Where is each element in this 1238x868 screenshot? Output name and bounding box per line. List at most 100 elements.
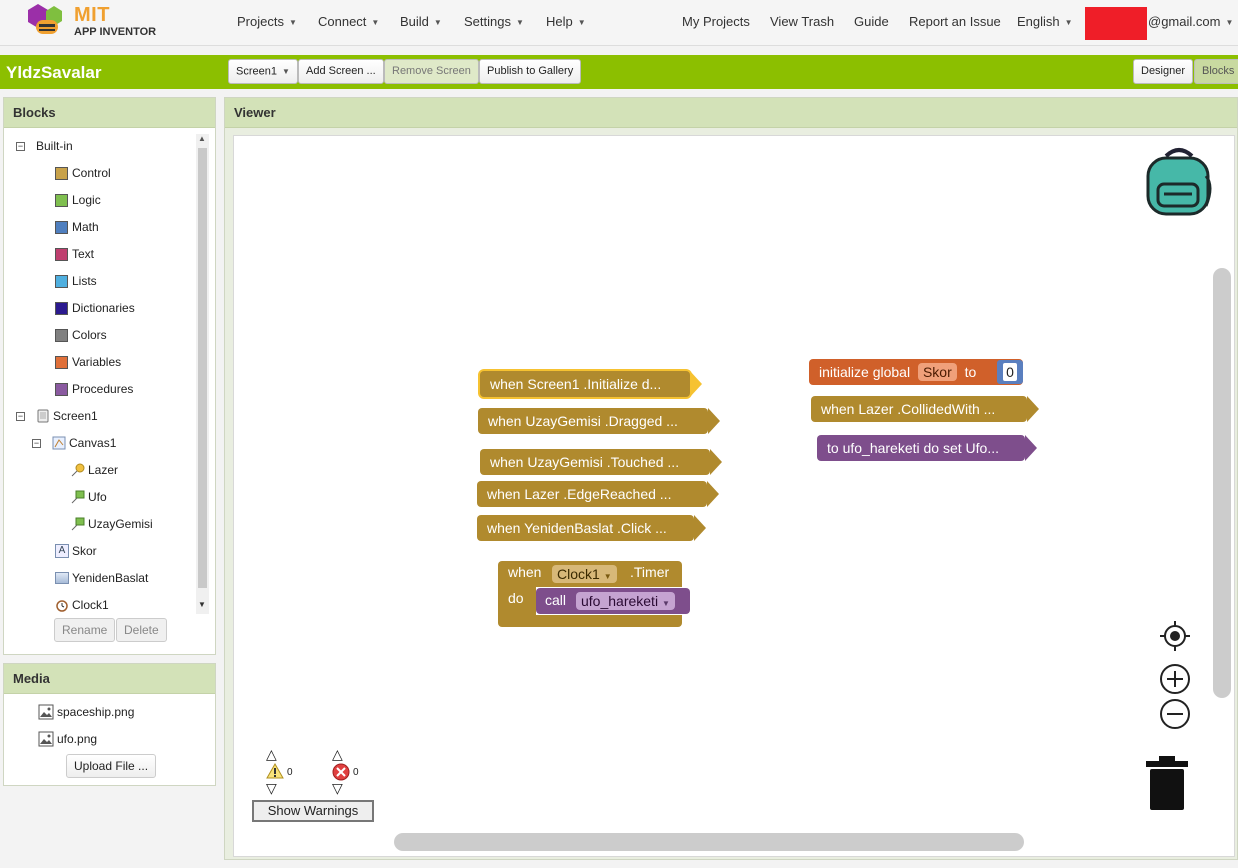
designer-button[interactable]: Designer [1133, 59, 1194, 84]
tree-builtin[interactable]: − Built-in [16, 139, 73, 153]
scroll-thumb[interactable] [198, 148, 207, 588]
drawer-label: Lists [72, 274, 97, 288]
drawer-color-swatch [55, 355, 68, 369]
builtin-drawer-math[interactable]: Math [55, 220, 99, 234]
recenter-icon[interactable] [1159, 620, 1191, 652]
workspace-vertical-scrollbar[interactable] [1213, 268, 1231, 698]
block-uzaygemisi-touched[interactable]: when UzayGemisi .Touched ... [480, 449, 722, 475]
tree-screen1[interactable]: − Screen1 [16, 409, 98, 423]
show-warnings-button[interactable]: Show Warnings [252, 800, 374, 822]
menu-settings[interactable]: Settings ▼ [464, 14, 524, 29]
error-next-icon[interactable]: ▽ [332, 781, 343, 795]
builtin-drawer-variables[interactable]: Variables [55, 355, 121, 369]
caret-down-icon: ▼ [288, 18, 297, 28]
collapse-icon[interactable]: − [32, 438, 41, 448]
block-initialize-global-skor[interactable]: initialize global Skor to 0 [809, 359, 1023, 385]
scroll-up-icon[interactable]: ▲ [198, 134, 206, 143]
clock-component-dropdown[interactable]: Clock1 ▼ [552, 565, 617, 583]
warning-icon [266, 763, 284, 779]
warning-prev-icon[interactable]: △ [266, 747, 277, 761]
tree-uzaygemisi[interactable]: UzayGemisi [71, 517, 153, 531]
logo-subtitle: APP INVENTOR [74, 26, 157, 38]
add-screen-button[interactable]: Add Screen ... [298, 59, 384, 84]
error-prev-icon[interactable]: △ [332, 747, 343, 761]
delete-button[interactable]: Delete [116, 618, 167, 642]
media-panel: Media spaceship.png ufo.png Upload File … [3, 663, 216, 786]
blocks-panel-title: Blocks [4, 98, 215, 128]
drawer-color-swatch [55, 301, 68, 315]
procedure-dropdown[interactable]: ufo_hareketi ▼ [576, 592, 675, 610]
collapse-icon[interactable]: − [16, 411, 25, 421]
zoom-in-icon[interactable] [1159, 663, 1191, 695]
menu-projects[interactable]: Projects ▼ [237, 14, 297, 29]
block-screen1-initialize[interactable]: when Screen1 .Initialize d... [480, 371, 702, 397]
collapse-icon[interactable]: − [16, 141, 25, 151]
rename-button[interactable]: Rename [54, 618, 116, 642]
builtin-drawer-dictionaries[interactable]: Dictionaries [55, 301, 135, 315]
block-arrow [708, 408, 720, 434]
scroll-down-icon[interactable]: ▼ [198, 600, 206, 609]
workspace-horizontal-scrollbar[interactable] [394, 833, 1024, 851]
builtin-drawer-lists[interactable]: Lists [55, 274, 97, 288]
blocks-workspace[interactable]: when Screen1 .Initialize d... when UzayG… [233, 135, 1235, 857]
block-lazer-collidedwith[interactable]: when Lazer .CollidedWith ... [811, 396, 1039, 422]
clock-do-label: do [508, 590, 524, 606]
blocks-button[interactable]: Blocks [1194, 59, 1238, 84]
tree-canvas1[interactable]: − Canvas1 [32, 436, 116, 450]
canvas-icon [52, 436, 66, 450]
drawer-color-swatch [55, 166, 68, 180]
clock-event-label: .Timer [630, 564, 670, 580]
number-block[interactable]: 0 [997, 360, 1023, 384]
link-view-trash[interactable]: View Trash [770, 14, 834, 29]
warnings-indicator: △ 0 ▽ [266, 747, 293, 795]
language-menu[interactable]: English ▼ [1017, 14, 1073, 29]
media-file[interactable]: spaceship.png [38, 704, 134, 720]
builtin-drawer-control[interactable]: Control [55, 166, 111, 180]
block-call-ufo-hareketi[interactable]: call ufo_hareketi ▼ [536, 588, 690, 614]
link-report-issue[interactable]: Report an Issue [909, 14, 1001, 29]
block-arrow [694, 515, 706, 541]
menu-help[interactable]: Help ▼ [546, 14, 586, 29]
drawer-color-swatch [55, 247, 68, 261]
media-panel-title: Media [4, 664, 215, 694]
dropdown-icon: ▼ [661, 599, 670, 608]
caret-down-icon: ▼ [515, 18, 524, 28]
variable-name-field[interactable]: Skor [917, 363, 957, 381]
publish-gallery-button[interactable]: Publish to Gallery [479, 59, 582, 84]
app-inventor-logo[interactable]: MIT APP INVENTOR [28, 2, 158, 42]
caret-down-icon: ▼ [1225, 18, 1234, 28]
drawer-color-swatch [55, 274, 68, 288]
builtin-drawer-text[interactable]: Text [55, 247, 94, 261]
screen-icon [37, 409, 49, 423]
backpack-icon[interactable] [1144, 146, 1214, 218]
block-lazer-edgereached[interactable]: when Lazer .EdgeReached ... [477, 481, 719, 507]
link-my-projects[interactable]: My Projects [682, 14, 750, 29]
drawer-color-swatch [55, 193, 68, 207]
warning-next-icon[interactable]: ▽ [266, 781, 277, 795]
block-procedure-ufo-hareketi[interactable]: to ufo_hareketi do set Ufo... [817, 435, 1037, 461]
upload-file-button[interactable]: Upload File ... [66, 754, 157, 778]
account-menu[interactable]: @gmail.com ▼ [1148, 14, 1233, 29]
menu-build[interactable]: Build ▼ [400, 14, 442, 29]
tree-skor[interactable]: A Skor [55, 544, 97, 558]
builtin-drawer-colors[interactable]: Colors [55, 328, 107, 342]
zoom-out-icon[interactable] [1159, 698, 1191, 730]
trash-icon[interactable] [1145, 754, 1189, 812]
screen-select[interactable]: Screen1 ▼ [228, 59, 298, 84]
builtin-drawer-procedures[interactable]: Procedures [55, 382, 133, 396]
builtin-drawer-logic[interactable]: Logic [55, 193, 101, 207]
number-value[interactable]: 0 [1003, 363, 1017, 381]
drawer-label: Text [72, 247, 95, 261]
tree-clock1[interactable]: Clock1 [55, 598, 109, 612]
block-uzaygemisi-dragged[interactable]: when UzayGemisi .Dragged ... [478, 408, 720, 434]
tree-lazer[interactable]: Lazer [71, 463, 118, 477]
remove-screen-button[interactable]: Remove Screen [384, 59, 479, 84]
tree-scrollbar[interactable]: ▲ ▼ [196, 134, 209, 614]
menu-connect[interactable]: Connect ▼ [318, 14, 379, 29]
tree-yenidenbaslat[interactable]: YenidenBaslat [55, 571, 148, 585]
media-file[interactable]: ufo.png [38, 731, 97, 747]
block-yenidenbaslat-click[interactable]: when YenidenBaslat .Click ... [477, 515, 706, 541]
link-guide[interactable]: Guide [854, 14, 889, 29]
block-clock1-timer[interactable]: when Clock1 ▼ .Timer do call ufo_hareket… [498, 561, 690, 627]
tree-ufo[interactable]: Ufo [71, 490, 107, 504]
